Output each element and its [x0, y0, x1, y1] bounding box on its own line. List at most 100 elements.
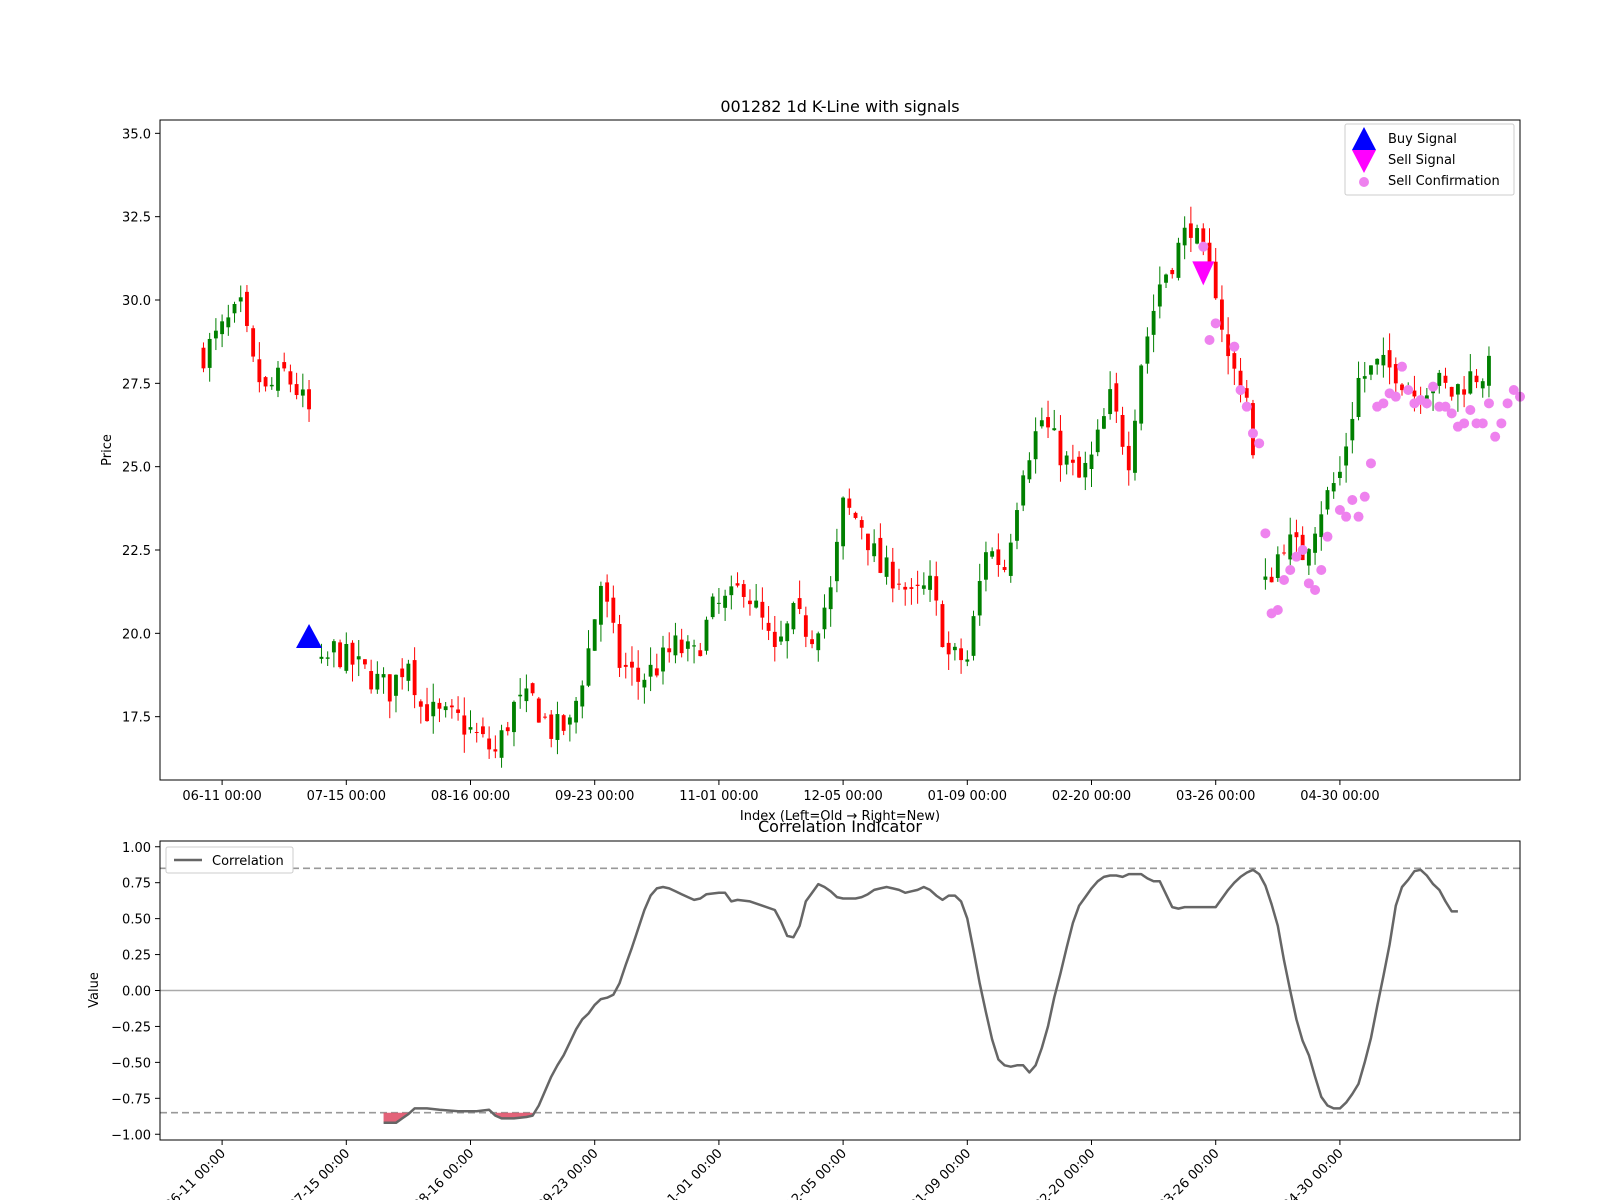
- sell-confirmation-point: [1347, 495, 1358, 505]
- correlation-x-tick-label: 11-01 00:00: [659, 1146, 726, 1200]
- candle-body: [1337, 471, 1342, 478]
- candle-body: [331, 641, 336, 653]
- candle-body: [1052, 428, 1057, 431]
- candle-body: [1033, 431, 1038, 460]
- sell-confirmation-point: [1459, 418, 1470, 429]
- candle-body: [1213, 261, 1218, 299]
- price-y-tick-label: 35.0: [122, 127, 151, 142]
- candle-body: [878, 537, 883, 573]
- sell-confirmation-point: [1477, 418, 1488, 429]
- price-x-tick-label: 02-20 00:00: [1052, 789, 1131, 804]
- candle-body: [1437, 372, 1442, 386]
- candle-body: [971, 616, 976, 656]
- price-legend: Buy Signal Sell Signal Sell Confirmation: [1344, 123, 1515, 196]
- correlation-y-tick-label: 0.00: [122, 985, 151, 1000]
- candle-body: [381, 674, 386, 678]
- candle-body: [474, 732, 479, 734]
- sell-confirmation-point: [1390, 391, 1401, 402]
- correlation-x-tick-label: 06-11 00:00: [162, 1146, 229, 1200]
- candle-body: [636, 667, 641, 682]
- candle-body: [723, 595, 728, 608]
- candle-body: [462, 715, 467, 735]
- candle-body: [1319, 514, 1324, 538]
- legend-sell-confirmation: Sell Confirmation: [1388, 174, 1500, 189]
- candle-body: [605, 582, 610, 602]
- sell-confirmation-point: [1279, 575, 1290, 585]
- correlation-y-tick-label: −0.25: [111, 1020, 151, 1035]
- candle-body: [1188, 223, 1193, 238]
- correlation-x-tick-label: 12-05 00:00: [783, 1146, 850, 1200]
- candle-body: [822, 607, 827, 630]
- candle-body: [561, 715, 566, 731]
- candle-body: [748, 600, 752, 605]
- candle-body: [872, 543, 877, 557]
- sell-confirmation-point: [1254, 438, 1265, 449]
- candle-body: [580, 685, 585, 707]
- candle-body: [921, 585, 926, 589]
- candle-body: [1120, 414, 1125, 447]
- price-y-tick-label: 17.5: [122, 711, 151, 726]
- sell-confirmation-point: [1285, 565, 1296, 575]
- candle-body: [1462, 389, 1467, 395]
- candle-body: [766, 622, 771, 631]
- candle-body: [418, 701, 423, 707]
- candle-body: [803, 615, 808, 637]
- price-y-tick-label: 30.0: [122, 294, 151, 309]
- correlation-y-tick-label: −0.75: [111, 1092, 151, 1107]
- candle-body: [1306, 549, 1311, 566]
- candle-body: [1182, 227, 1187, 246]
- candle-body: [617, 624, 622, 668]
- candle-body: [1139, 365, 1144, 424]
- candle-body: [928, 575, 932, 590]
- candlesticks: [201, 206, 1491, 768]
- candle-body: [1282, 552, 1286, 554]
- sell-confirmation-point: [1353, 511, 1364, 522]
- candle-body: [505, 727, 510, 732]
- sell-confirmation-point: [1210, 318, 1221, 329]
- candle-body: [779, 636, 783, 642]
- candle-body: [1269, 576, 1274, 583]
- price-chart: 001282 1d K-Line with signals 17.5 20.0 22…: [100, 97, 1525, 824]
- candle-body: [487, 738, 492, 750]
- correlation-y-tick-label: −1.00: [111, 1128, 151, 1143]
- candle-body: [1102, 416, 1106, 429]
- correlation-y-tick-label: −0.50: [111, 1056, 151, 1071]
- correlation-y-tick-label: 0.25: [122, 949, 151, 964]
- sell-confirmation-point: [1359, 491, 1370, 502]
- candle-body: [1375, 358, 1380, 365]
- correlation-line: [383, 868, 1458, 1125]
- correlation-x-tick-label: 01-09 00:00: [907, 1146, 974, 1200]
- sell-confirmation-point: [1229, 341, 1240, 352]
- candle-body: [201, 347, 206, 369]
- candle-body: [238, 297, 243, 302]
- candle-body: [325, 657, 330, 659]
- candle-body: [977, 581, 982, 616]
- candle-body: [356, 656, 361, 660]
- price-x-tick-label: 07-15 00:00: [307, 789, 386, 804]
- candle-body: [853, 512, 858, 518]
- candle-body: [1064, 455, 1069, 465]
- candle-body: [1108, 389, 1113, 415]
- sell-confirmation-point: [1465, 405, 1476, 415]
- candle-body: [1356, 377, 1361, 417]
- candle-body: [387, 674, 392, 702]
- price-x-tick-label: 11-01 00:00: [679, 789, 758, 804]
- price-y-tick-label: 27.5: [122, 377, 151, 392]
- candle-body: [456, 709, 461, 713]
- correlation-x-tick-label: 07-15 00:00: [286, 1146, 353, 1200]
- correlation-axes: −1.00 −0.75 −0.50 −0.25 0.00 0.25 0.50 0.75 1.00…: [111, 841, 1520, 1204]
- candle-body: [598, 585, 603, 625]
- candle-body: [549, 714, 554, 739]
- sell-confirmation-point: [1365, 458, 1376, 469]
- candle-body: [866, 533, 870, 551]
- correlation-y-tick-label: 1.00: [122, 841, 151, 856]
- candle-body: [1027, 460, 1032, 480]
- candle-body: [630, 661, 634, 668]
- sell-signal-marker: [1192, 261, 1215, 286]
- candle-body: [375, 673, 380, 690]
- candle-body: [692, 645, 696, 647]
- candle-body: [760, 601, 765, 618]
- candle-body: [1487, 355, 1491, 386]
- candle-body: [816, 633, 821, 651]
- candle-body: [1157, 284, 1162, 307]
